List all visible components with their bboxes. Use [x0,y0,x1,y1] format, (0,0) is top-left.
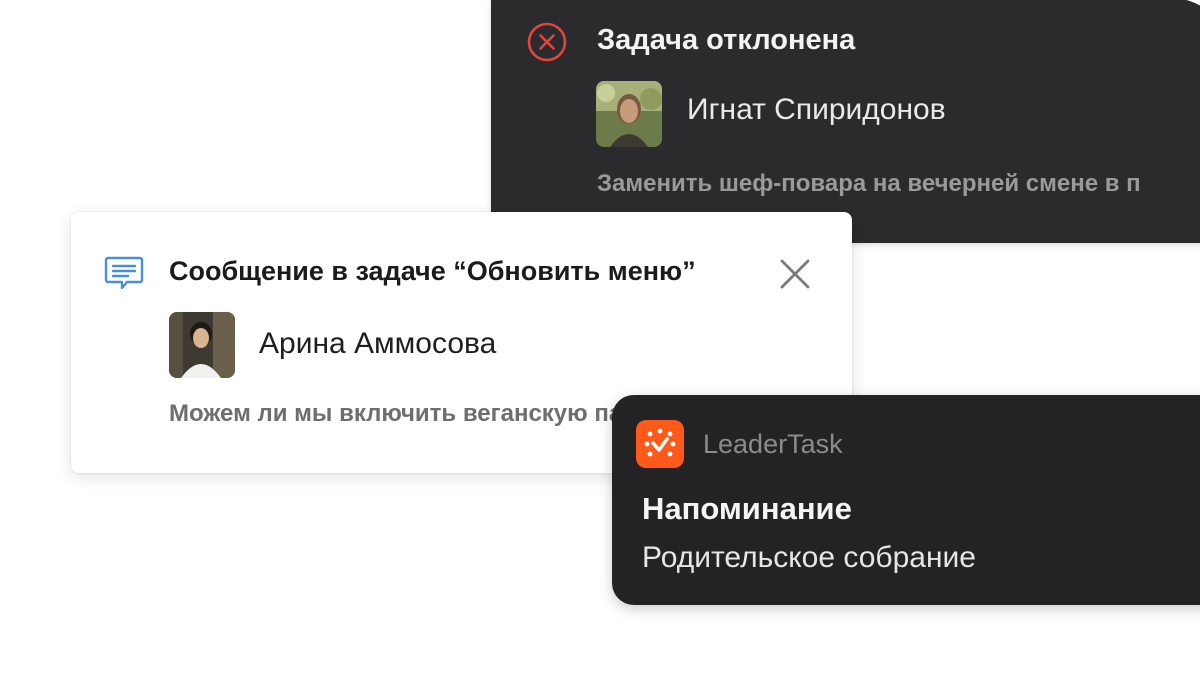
leadertask-logo-icon [636,420,684,468]
avatar [169,312,235,378]
task-rejected-notification[interactable]: Задача отклонена Игнат Спиридонов Замени… [491,0,1200,243]
notification-title: Задача отклонена [597,24,856,56]
user-name: Арина Аммосова [259,327,497,360]
user-name: Игнат Спиридонов [687,93,946,126]
close-circle-icon [527,22,567,62]
close-icon[interactable] [777,256,813,292]
notification-body: Можем ли мы включить веганскую пасту? [169,400,676,427]
chat-message-icon [104,256,144,290]
notification-title: Сообщение в задаче “Обновить меню” [169,256,696,286]
notification-title: Напоминание [642,491,852,526]
notification-body: Родительское собрание [642,541,976,574]
reminder-notification[interactable]: LeaderTask Напоминание Родительское собр… [612,395,1200,605]
app-name: LeaderTask [703,429,843,459]
notification-body: Заменить шеф-повара на вечерней смене в … [597,170,1141,197]
avatar [596,81,662,147]
